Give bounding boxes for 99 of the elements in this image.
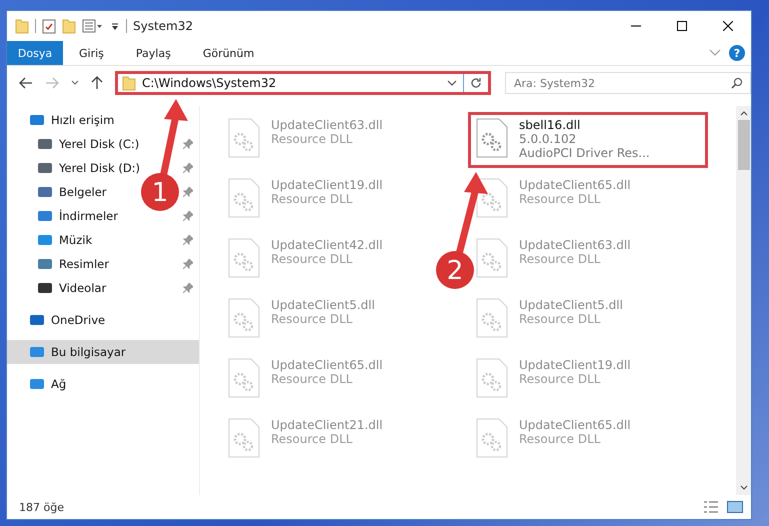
file-name: UpdateClient19.dll bbox=[519, 358, 631, 372]
file-name: UpdateClient65.dll bbox=[519, 418, 631, 432]
file-description: AudioPCI Driver Res... bbox=[519, 146, 650, 160]
maximize-icon bbox=[677, 21, 687, 31]
sidebar-item-icon bbox=[37, 185, 53, 199]
sidebar-item[interactable]: Ağ bbox=[7, 372, 70, 396]
file-name: UpdateClient63.dll bbox=[271, 118, 383, 132]
sidebar-item[interactable]: Videolar bbox=[7, 276, 110, 300]
sidebar-item[interactable]: Resimler bbox=[7, 252, 113, 276]
file-name: UpdateClient5.dll bbox=[271, 298, 375, 312]
file-version: 5.0.0.102 bbox=[519, 132, 578, 146]
sidebar-item[interactable]: İndirmeler bbox=[7, 204, 122, 228]
sidebar-item-icon bbox=[37, 209, 53, 223]
refresh-icon[interactable] bbox=[470, 77, 482, 89]
sidebar-item[interactable]: Hızlı erişim bbox=[7, 108, 118, 132]
pin-icon[interactable] bbox=[183, 163, 193, 173]
sidebar-item[interactable]: Müzik bbox=[7, 228, 96, 252]
dll-file-icon bbox=[475, 418, 509, 458]
pin-icon[interactable] bbox=[183, 235, 193, 245]
dll-file-icon bbox=[475, 298, 509, 338]
pin-icon[interactable] bbox=[183, 187, 193, 197]
ribbon-tab[interactable]: Paylaş bbox=[120, 41, 187, 65]
scroll-down-icon[interactable] bbox=[740, 485, 748, 491]
checkbox-icon[interactable] bbox=[42, 18, 56, 34]
sidebar-item-icon bbox=[29, 345, 45, 359]
window-title: System32 bbox=[133, 19, 194, 33]
address-bar[interactable]: C:\Windows\System32 bbox=[115, 71, 491, 95]
file-description: Resource DLL bbox=[271, 252, 354, 266]
step-number: 1 bbox=[152, 178, 168, 208]
help-button[interactable]: ? bbox=[729, 45, 745, 61]
file-name: UpdateClient63.dll bbox=[519, 238, 631, 252]
file-name: UpdateClient5.dll bbox=[519, 298, 623, 312]
sidebar-item[interactable]: Bu bilgisayar bbox=[7, 340, 199, 364]
step-number: 2 bbox=[446, 256, 464, 286]
search-field[interactable]: Ara: System32 bbox=[505, 72, 751, 94]
file-name: UpdateClient42.dll bbox=[271, 238, 383, 252]
dll-file-icon bbox=[227, 298, 261, 338]
up-icon[interactable] bbox=[91, 76, 103, 90]
dll-file-icon bbox=[475, 238, 509, 278]
file-name: UpdateClient65.dll bbox=[271, 358, 383, 372]
pin-icon[interactable] bbox=[183, 139, 193, 149]
ribbon-tab[interactable]: Görünüm bbox=[186, 41, 270, 65]
search-icon[interactable] bbox=[731, 77, 743, 89]
pin-icon[interactable] bbox=[183, 283, 193, 293]
sidebar-item-icon bbox=[29, 313, 45, 327]
file-description: Resource DLL bbox=[271, 372, 354, 386]
sidebar-item[interactable]: Yerel Disk (C:) bbox=[7, 132, 144, 156]
item-count: 187 öğe bbox=[19, 500, 64, 514]
dll-file-icon bbox=[475, 118, 509, 158]
scroll-thumb[interactable] bbox=[738, 120, 750, 170]
close-icon bbox=[723, 21, 733, 31]
back-icon[interactable] bbox=[19, 77, 33, 89]
dll-file-icon bbox=[227, 418, 261, 458]
pin-icon[interactable] bbox=[183, 259, 193, 269]
pin-icon[interactable] bbox=[183, 211, 193, 221]
file-description: Resource DLL bbox=[271, 432, 354, 446]
sidebar-item[interactable]: OneDrive bbox=[7, 308, 110, 332]
file-description: Resource DLL bbox=[519, 252, 602, 266]
properties-icon[interactable] bbox=[82, 18, 104, 34]
sidebar-item[interactable]: Belgeler bbox=[7, 180, 111, 204]
large-icons-view-icon[interactable] bbox=[727, 501, 743, 513]
sidebar-item-icon bbox=[29, 113, 45, 127]
forward-icon[interactable] bbox=[45, 77, 59, 89]
file-description: Resource DLL bbox=[271, 312, 354, 326]
dll-file-icon bbox=[227, 178, 261, 218]
folder-icon bbox=[122, 75, 136, 91]
sidebar-item-icon bbox=[29, 377, 45, 391]
sidebar-item-icon bbox=[37, 281, 53, 295]
file-tab[interactable]: Dosya bbox=[7, 41, 63, 65]
file-name: UpdateClient19.dll bbox=[271, 178, 383, 192]
dll-file-icon bbox=[227, 118, 261, 158]
file-description: Resource DLL bbox=[519, 372, 602, 386]
dll-file-icon bbox=[475, 178, 509, 218]
folder-icon[interactable] bbox=[15, 18, 29, 34]
sidebar-item-icon bbox=[37, 137, 53, 151]
dll-file-icon bbox=[227, 238, 261, 278]
dll-file-icon bbox=[475, 358, 509, 398]
dll-file-icon bbox=[227, 358, 261, 398]
scrollbar[interactable] bbox=[736, 106, 751, 495]
sidebar-item-icon bbox=[37, 161, 53, 175]
details-view-icon[interactable] bbox=[703, 501, 719, 513]
sidebar-item-icon bbox=[37, 257, 53, 271]
ribbon-tab[interactable]: Giriş bbox=[63, 41, 120, 65]
expand-ribbon-icon[interactable] bbox=[709, 49, 721, 57]
file-name: sbell16.dll bbox=[519, 118, 582, 132]
file-description: Resource DLL bbox=[519, 432, 602, 446]
recent-dropdown-icon[interactable] bbox=[71, 80, 79, 86]
file-item[interactable]: sbell16.dll 5.0.0.102 AudioPCI Driver Res... bbox=[468, 112, 708, 168]
dropdown-icon[interactable] bbox=[447, 80, 457, 86]
scroll-up-icon[interactable] bbox=[740, 110, 748, 116]
folder-icon[interactable] bbox=[62, 18, 76, 34]
file-name: UpdateClient21.dll bbox=[271, 418, 383, 432]
file-name: UpdateClient65.dll bbox=[519, 178, 631, 192]
sidebar-item[interactable]: Yerel Disk (D:) bbox=[7, 156, 144, 180]
file-description: Resource DLL bbox=[271, 192, 354, 206]
file-description: Resource DLL bbox=[519, 192, 602, 206]
file-description: Resource DLL bbox=[519, 312, 602, 326]
file-description: Resource DLL bbox=[271, 132, 354, 146]
sidebar-item-icon bbox=[37, 233, 53, 247]
